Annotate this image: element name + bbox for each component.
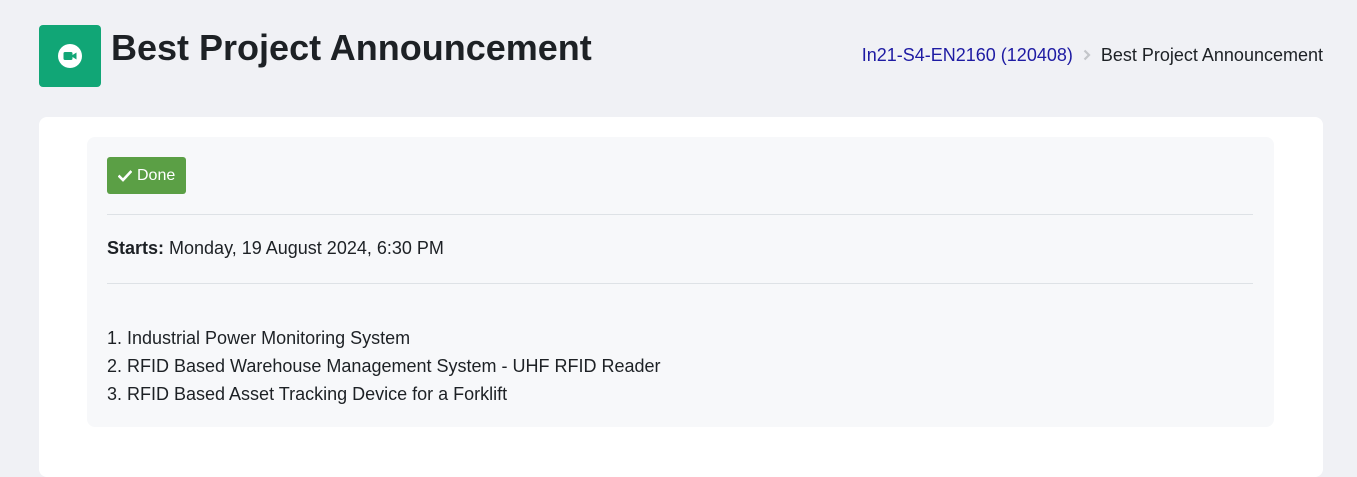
main-content-card: Done Starts: Monday, 19 August 2024, 6:3… bbox=[39, 117, 1323, 477]
activity-dates: Starts: Monday, 19 August 2024, 6:30 PM bbox=[107, 236, 444, 260]
completion-status-label: Done bbox=[137, 167, 176, 184]
starts-value: Monday, 19 August 2024, 6:30 PM bbox=[169, 238, 444, 258]
breadcrumb-course-link[interactable]: In21-S4-EN2160 (120408) bbox=[862, 44, 1073, 66]
breadcrumb: In21-S4-EN2160 (120408) Best Project Ann… bbox=[862, 44, 1323, 66]
check-icon bbox=[118, 169, 132, 182]
description-item: 1. Industrial Power Monitoring System bbox=[107, 328, 411, 348]
chevron-right-icon bbox=[1083, 49, 1091, 61]
completion-status-badge: Done bbox=[107, 157, 187, 194]
video-camera-glyph bbox=[58, 44, 82, 68]
page-header: Best Project Announcement In21-S4-EN2160… bbox=[39, 25, 1323, 87]
divider bbox=[107, 283, 1253, 284]
activity-information: Done Starts: Monday, 19 August 2024, 6:3… bbox=[87, 137, 1274, 427]
divider bbox=[107, 214, 1253, 215]
breadcrumb-current-page: Best Project Announcement bbox=[1100, 45, 1323, 65]
starts-label: Starts: bbox=[107, 238, 165, 258]
description-item: 3. RFID Based Asset Tracking Device for … bbox=[107, 384, 508, 404]
page-title: Best Project Announcement bbox=[111, 27, 592, 68]
activity-description: 1. Industrial Power Monitoring System 2.… bbox=[107, 324, 661, 408]
description-item: 2. RFID Based Warehouse Management Syste… bbox=[107, 356, 661, 376]
video-camera-icon bbox=[39, 25, 101, 87]
